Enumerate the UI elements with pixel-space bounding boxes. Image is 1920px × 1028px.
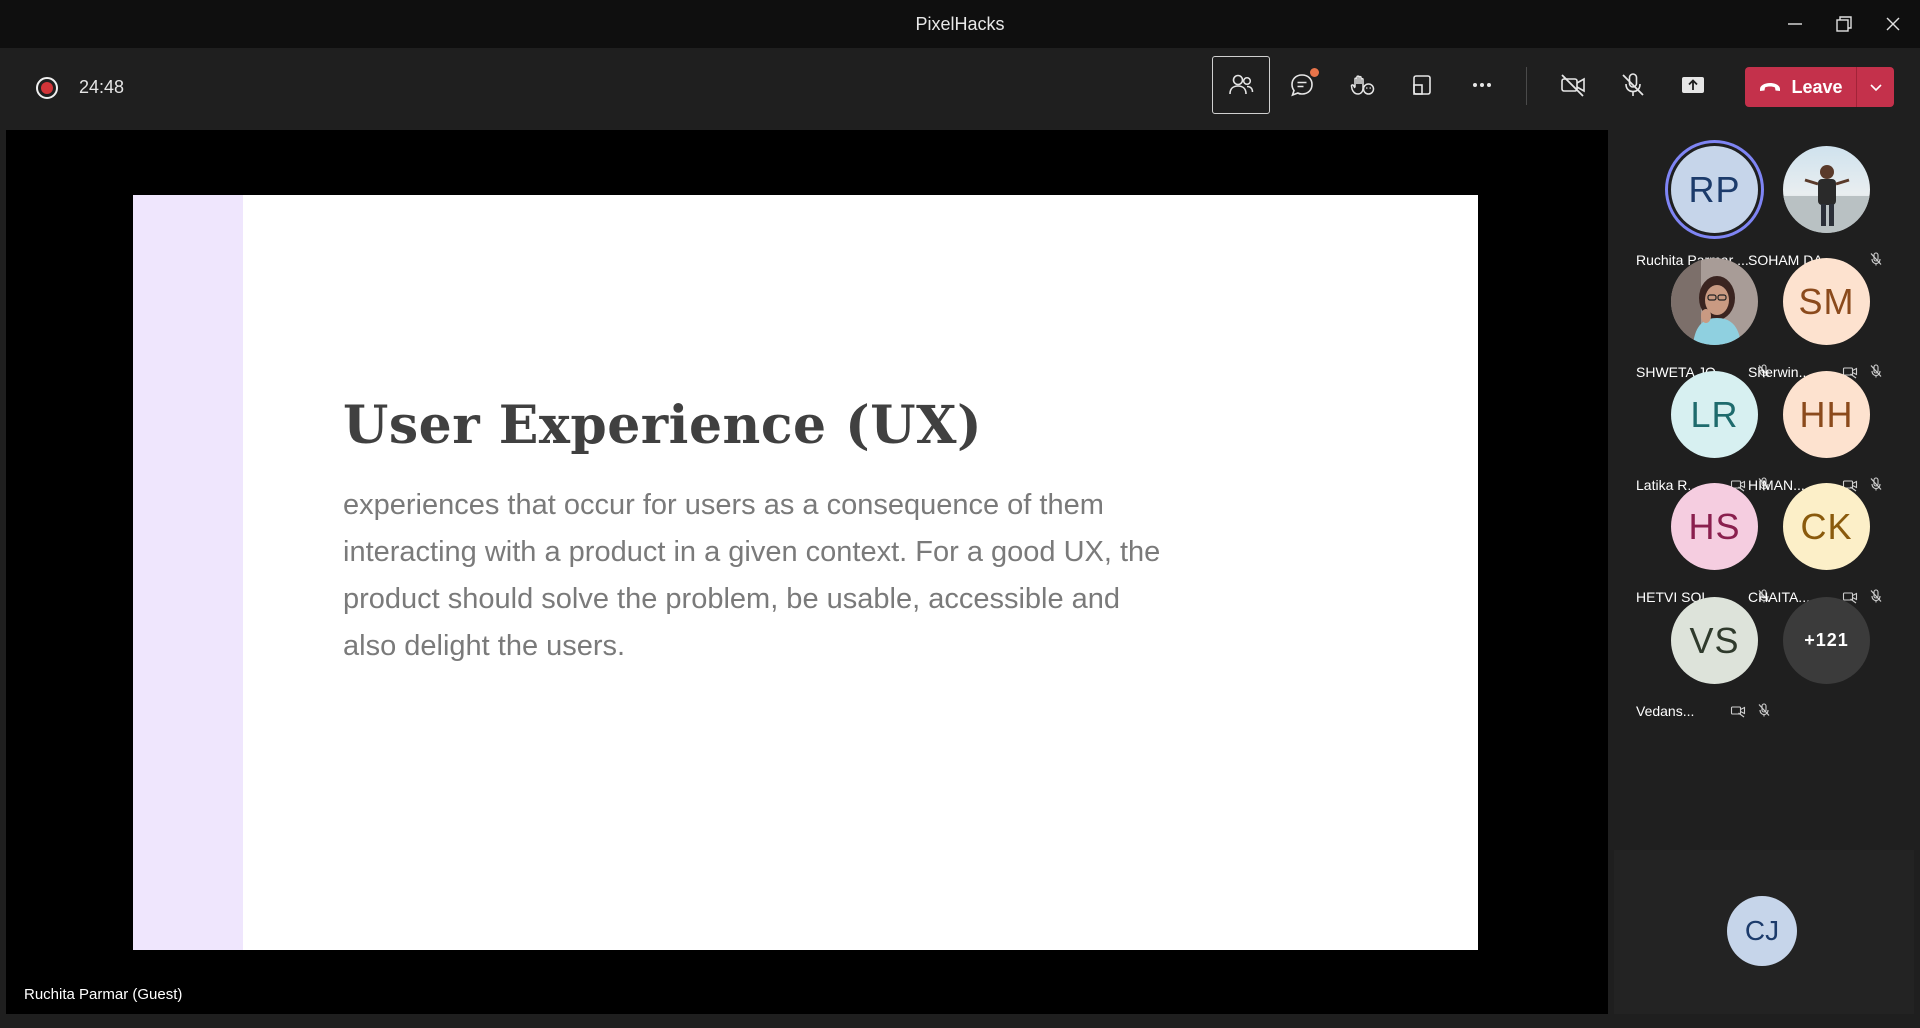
- ellipsis-icon: [1473, 83, 1491, 87]
- participants-button[interactable]: [1212, 56, 1270, 114]
- bottom-strip: [0, 1014, 1920, 1028]
- avatar: RP: [1671, 146, 1758, 233]
- share-button[interactable]: [1664, 56, 1722, 114]
- camera-button[interactable]: [1544, 56, 1602, 114]
- avatar: VS: [1671, 597, 1758, 684]
- avatar: SM: [1783, 258, 1870, 345]
- hang-up-icon: [1760, 83, 1781, 91]
- leave-options-button[interactable]: [1857, 67, 1894, 107]
- record-icon: [36, 77, 58, 99]
- shared-screen-stage: User Experience (UX) experiences that oc…: [6, 130, 1608, 1014]
- overflow-count: +121: [1783, 597, 1870, 684]
- participant-name: Vedans...: [1636, 703, 1695, 719]
- mic-button[interactable]: [1604, 56, 1662, 114]
- participant-gallery: RP Ruchita Parmar ... SOHAM DA... SHWETA JO…: [1614, 130, 1914, 844]
- avatar: HS: [1671, 483, 1758, 570]
- camera-off-icon: [1730, 702, 1746, 718]
- minimize-icon[interactable]: [1775, 6, 1815, 42]
- slide-accent-bar: [133, 195, 243, 950]
- avatar: CJ: [1727, 896, 1797, 966]
- featured-participant-tile[interactable]: CJ: [1614, 850, 1914, 1014]
- close-icon[interactable]: [1873, 6, 1913, 42]
- avatar: CK: [1783, 483, 1870, 570]
- avatar: [1783, 146, 1870, 233]
- rooms-button[interactable]: [1393, 56, 1451, 114]
- slide-title: User Experience (UX): [343, 395, 983, 456]
- meeting-toolbar: 24:48 Leave: [0, 48, 1920, 124]
- chevron-down-icon: [1869, 84, 1882, 92]
- leave-button-group: Leave: [1745, 67, 1894, 107]
- restore-icon[interactable]: [1824, 6, 1864, 42]
- slide-body: experiences that occur for users as a co…: [343, 489, 1161, 662]
- chat-button[interactable]: [1273, 56, 1331, 114]
- people-icon: [1229, 74, 1254, 95]
- meeting-timer: 24:48: [79, 77, 125, 97]
- camera-off-icon: [1561, 74, 1585, 97]
- avatar: [1671, 258, 1758, 345]
- raise-hand-icon: [1350, 75, 1375, 95]
- title-bar: PixelHacks: [0, 0, 1920, 48]
- share-screen-icon: [1682, 77, 1704, 93]
- reactions-button[interactable]: [1333, 56, 1391, 114]
- window-title: PixelHacks: [915, 14, 1005, 34]
- more-participants-tile[interactable]: +121: [1748, 587, 1886, 722]
- toolbar-divider: [1526, 67, 1527, 105]
- rooms-icon: [1413, 75, 1431, 95]
- leave-button[interactable]: Leave: [1745, 67, 1856, 107]
- avatar: HH: [1783, 371, 1870, 458]
- more-actions-button[interactable]: [1453, 56, 1511, 114]
- presentation-slide: User Experience (UX) experiences that oc…: [133, 195, 1478, 950]
- leave-label: Leave: [1791, 76, 1843, 97]
- presenter-label: Ruchita Parmar (Guest): [24, 986, 183, 1003]
- chat-unread-badge: [1310, 68, 1319, 77]
- avatar: LR: [1671, 371, 1758, 458]
- mic-off-icon: [1622, 73, 1644, 96]
